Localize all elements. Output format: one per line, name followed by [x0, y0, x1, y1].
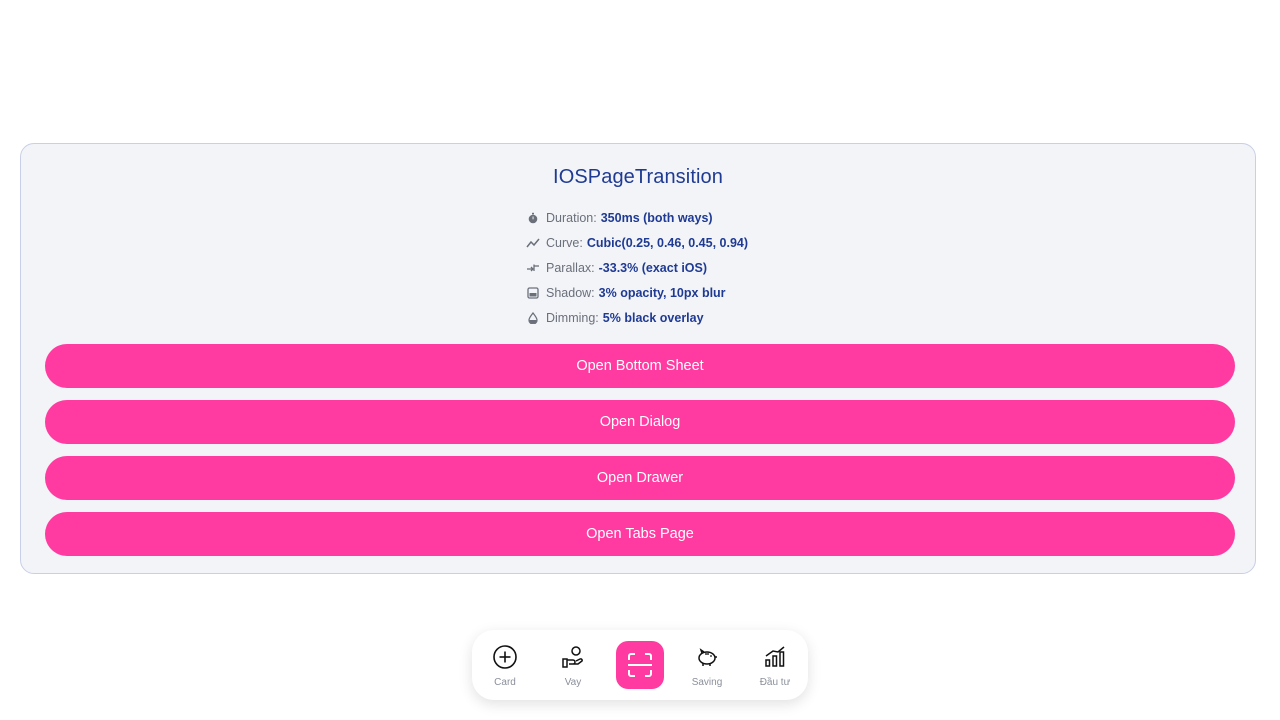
nav-label-vay: Vay	[564, 677, 582, 688]
curve-label: Curve:	[546, 235, 583, 250]
scan-icon	[627, 652, 653, 678]
duration-value: 350ms (both ways)	[600, 210, 713, 225]
parallax-label: Parallax:	[546, 260, 595, 275]
piggy-bank-icon	[694, 644, 720, 670]
transition-info-list: Duration: 350ms (both ways) Curve: Cubic…	[526, 205, 926, 330]
open-drawer-button[interactable]: Open Drawer	[45, 456, 1235, 500]
demo-card: IOSPageTransition Duration: 350ms (both …	[20, 143, 1256, 574]
nav-item-card[interactable]: Card	[474, 630, 536, 700]
nav-item-vay[interactable]: Vay	[542, 630, 604, 700]
parallax-arrows-icon	[526, 261, 540, 275]
bottom-navigation-bar: Card Vay Saving Đầu tư	[472, 630, 808, 700]
info-row-dimming: Dimming: 5% black overlay	[526, 305, 926, 330]
duration-label: Duration:	[546, 210, 597, 225]
nav-label-dau-tu: Đầu tư	[759, 677, 791, 688]
info-row-parallax: Parallax: -33.3% (exact iOS)	[526, 255, 926, 280]
dimming-label: Dimming:	[546, 310, 599, 325]
open-tabs-page-button[interactable]: Open Tabs Page	[45, 512, 1235, 556]
growth-chart-icon	[762, 644, 788, 670]
info-row-duration: Duration: 350ms (both ways)	[526, 205, 926, 230]
scan-button[interactable]	[616, 641, 664, 689]
nav-label-saving: Saving	[691, 677, 723, 688]
info-row-curve: Curve: Cubic(0.25, 0.46, 0.45, 0.94)	[526, 230, 926, 255]
curve-value: Cubic(0.25, 0.46, 0.45, 0.94)	[586, 235, 749, 250]
parallax-value: -33.3% (exact iOS)	[598, 260, 708, 275]
shadow-label: Shadow:	[546, 285, 595, 300]
hand-coin-icon	[560, 644, 586, 670]
open-bottom-sheet-button[interactable]: Open Bottom Sheet	[45, 344, 1235, 388]
dimming-value: 5% black overlay	[602, 310, 704, 325]
trend-line-icon	[526, 236, 540, 250]
nav-label-card: Card	[494, 677, 516, 688]
stopwatch-icon	[526, 211, 540, 225]
info-row-shadow: Shadow: 3% opacity, 10px blur	[526, 280, 926, 305]
nav-item-saving[interactable]: Saving	[676, 630, 738, 700]
card-title: IOSPageTransition	[553, 166, 723, 188]
drop-icon	[526, 311, 540, 325]
nav-item-dau-tu[interactable]: Đầu tư	[744, 630, 806, 700]
image-shadow-icon	[526, 286, 540, 300]
plus-circle-icon	[492, 644, 518, 670]
shadow-value: 3% opacity, 10px blur	[598, 285, 726, 300]
open-dialog-button[interactable]: Open Dialog	[45, 400, 1235, 444]
